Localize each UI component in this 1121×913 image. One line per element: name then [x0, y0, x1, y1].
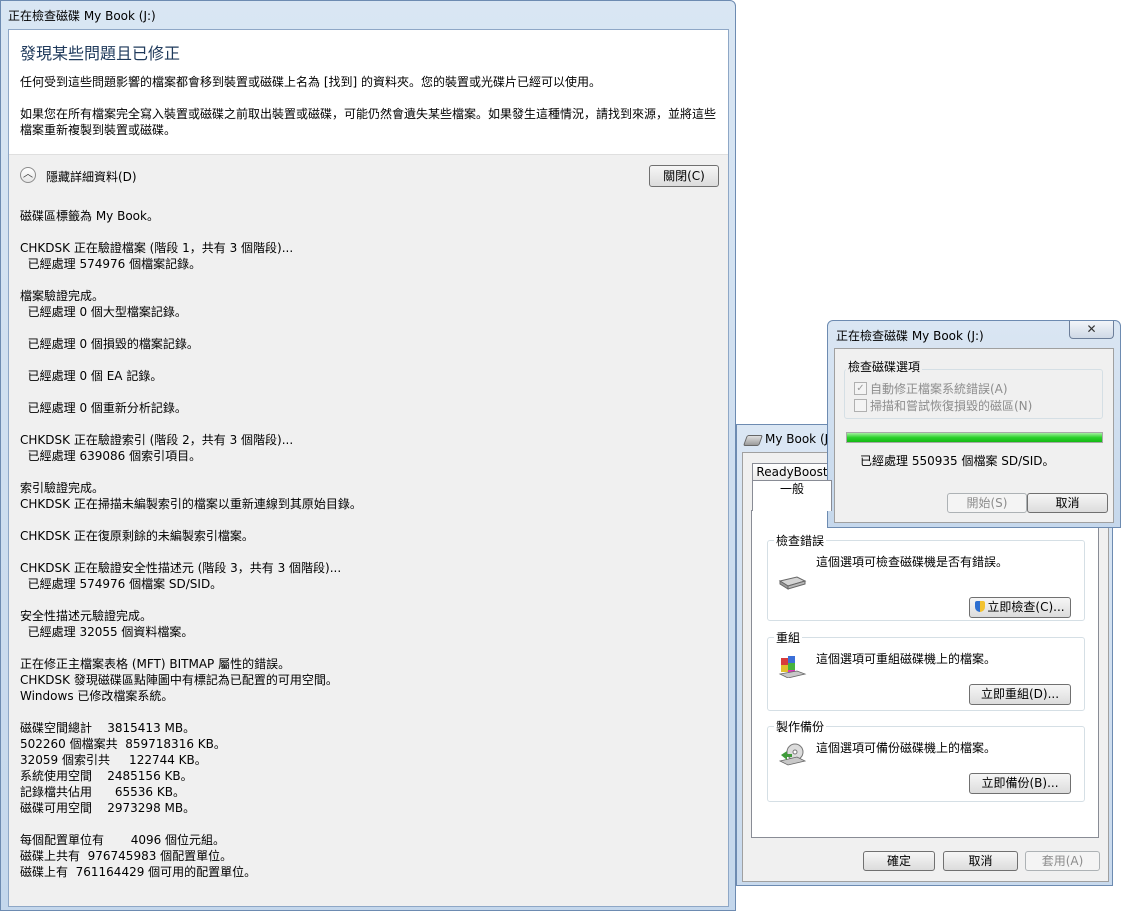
scan-recover-label: 掃描和嘗試恢復損毀的磁區(N) [870, 399, 1033, 413]
defrag-icon [778, 656, 807, 678]
check-disk-dialog: 正在檢查磁碟 My Book (J:) ✕ 檢查磁碟選項 ✓ 自動修正檔案系統錯… [827, 320, 1121, 528]
close-button[interactable]: 關閉(C) [649, 165, 719, 187]
options-title: 檢查磁碟選項 [846, 358, 923, 375]
group-description: 這個選項可備份磁碟機上的檔案。 [816, 741, 997, 755]
defrag-group: 重組 這個選項可重組磁碟機上的檔案。 立即重組(D)... [767, 629, 1085, 711]
log-line: CHKDSK 正在驗證安全性描述元 (階段 3，共有 3 個階段)... [20, 561, 342, 575]
log-line: 磁碟可用空間 2973298 MB。 [20, 801, 196, 815]
log-line: CHKDSK 正在掃描未編製索引的檔案以重新連線到其原始目錄。 [20, 497, 362, 511]
progress-fill [847, 433, 1102, 442]
log-line: 已經處理 32055 個資料檔案。 [20, 625, 194, 639]
chkdsk-results-window: 正在檢查磁碟 My Book (J:) 發現某些問題且已修正 任何受到這些問題影… [0, 0, 736, 911]
auto-fix-label: 自動修正檔案系統錯誤(A) [870, 382, 1008, 396]
log-line: 每個配置單位有 4096 個位元組。 [20, 833, 226, 847]
chevron-up-icon[interactable]: ︿ [20, 167, 36, 183]
log-line: 記錄檔共佔用 65536 KB。 [20, 785, 185, 799]
group-title: 製作備份 [774, 718, 827, 735]
progress-status: 已經處理 550935 個檔案 SD/SID。 [860, 454, 1055, 468]
tab-general[interactable]: 一般 [752, 480, 832, 511]
results-client-area: 發現某些問題且已修正 任何受到這些問題影響的檔案都會移到裝置或磁碟上名為 [找到… [8, 29, 729, 907]
dialog-title: 正在檢查磁碟 My Book (J:) [836, 329, 984, 343]
log-line: CHKDSK 正在驗證索引 (階段 2，共有 3 個階段)... [20, 433, 294, 447]
group-description: 這個選項可重組磁碟機上的檔案。 [816, 652, 997, 666]
backup-group: 製作備份 這個選項可備份磁碟機上的檔案。 立即備份(B)... [767, 718, 1085, 802]
log-line: 磁碟上有 761164429 個可用的配置單位。 [20, 865, 257, 879]
details-toggle-bar: ︿ 隱藏詳細資料(D) 關閉(C) [9, 154, 728, 198]
log-line: CHKDSK 正在復原剩餘的未編製索引檔案。 [20, 529, 254, 543]
log-line: 已經處理 574976 個檔案 SD/SID。 [20, 577, 223, 591]
log-line: 索引驗證完成。 [20, 481, 105, 495]
group-description: 這個選項可檢查磁碟機是否有錯誤。 [816, 555, 1009, 569]
log-line: 正在修正主檔案表格 (MFT) BITMAP 屬性的錯誤。 [20, 657, 291, 671]
log-line: 32059 個索引共 122744 KB。 [20, 753, 207, 767]
properties-title: My Book (J: [765, 432, 833, 446]
window-title: 正在檢查磁碟 My Book (J:) [8, 9, 156, 23]
log-line: 已經處理 0 個損毀的檔案記錄。 [20, 337, 199, 351]
log-line: Windows 已修改檔案系統。 [20, 689, 174, 703]
check-errors-group: 檢查錯誤 這個選項可檢查磁碟機是否有錯誤。 立即檢查(C)... [767, 532, 1085, 621]
result-message: 任何受到這些問題影響的檔案都會移到裝置或磁碟上名為 [找到] 的資料夾。您的裝置… [20, 75, 601, 89]
log-line: 已經處理 0 個大型檔案記錄。 [20, 305, 187, 319]
progress-bar [846, 432, 1103, 443]
auto-fix-checkbox[interactable]: ✓ [854, 382, 867, 395]
log-line: 已經處理 0 個重新分析記錄。 [20, 401, 187, 415]
log-line: 磁碟空間總計 3815413 MB。 [20, 721, 196, 735]
log-line: 磁碟區標籤為 My Book。 [20, 209, 159, 223]
scan-recover-checkbox[interactable] [854, 399, 867, 412]
start-button[interactable]: 開始(S) [947, 493, 1027, 513]
dialog-cancel-button[interactable]: 取消 [1027, 493, 1108, 513]
warning-message-line1: 如果您在所有檔案完全寫入裝置或磁碟之前取出裝置或磁碟，可能仍然會遺失某些檔案。如… [20, 107, 717, 121]
check-now-button[interactable]: 立即檢查(C)... [969, 597, 1071, 618]
drive-icon [778, 576, 807, 590]
group-title: 檢查錯誤 [774, 532, 827, 549]
group-title: 重組 [774, 629, 803, 646]
cancel-button[interactable]: 取消 [943, 851, 1018, 871]
log-line: 磁碟上共有 976745983 個配置單位。 [20, 849, 233, 863]
apply-button[interactable]: 套用(A) [1025, 851, 1100, 871]
drive-icon [742, 435, 764, 446]
shield-icon [975, 601, 986, 612]
log-line: 系統使用空間 2485156 KB。 [20, 769, 193, 783]
log-line: 已經處理 0 個 EA 記錄。 [20, 369, 163, 383]
defragment-now-button[interactable]: 立即重組(D)... [969, 684, 1071, 705]
check-now-label: 立即檢查(C)... [987, 600, 1065, 614]
details-log-area: 磁碟區標籤為 My Book。 CHKDSK 正在驗證檔案 (階段 1，共有 3… [9, 197, 728, 906]
chkdsk-log: 磁碟區標籤為 My Book。 CHKDSK 正在驗證檔案 (階段 1，共有 3… [20, 208, 362, 880]
ok-button[interactable]: 確定 [863, 851, 935, 871]
dialog-client-area: 檢查磁碟選項 ✓ 自動修正檔案系統錯誤(A) 掃描和嘗試恢復損毀的磁區(N) 已… [834, 348, 1114, 523]
result-heading: 發現某些問題且已修正 [20, 44, 181, 63]
log-line: CHKDSK 發現磁碟區點陣圖中有標記為已配置的可用空間。 [20, 673, 338, 687]
log-line: 安全性描述元驗證完成。 [20, 609, 153, 623]
log-line: CHKDSK 正在驗證檔案 (階段 1，共有 3 個階段)... [20, 241, 294, 255]
log-line: 已經處理 639086 個索引項目。 [20, 449, 202, 463]
log-line: 已經處理 574976 個檔案記錄。 [20, 257, 202, 271]
tab-readyboost[interactable]: ReadyBoost [752, 463, 832, 480]
close-icon[interactable]: ✕ [1069, 321, 1114, 339]
log-line: 502260 個檔案共 859718316 KB。 [20, 737, 226, 751]
tools-tab-page: 檢查錯誤 這個選項可檢查磁碟機是否有錯誤。 立即檢查(C)... 重組 這個選項… [751, 510, 1099, 838]
warning-message-line2: 檔案重新複製到裝置或磁碟。 [20, 123, 177, 137]
backup-now-button[interactable]: 立即備份(B)... [969, 773, 1071, 794]
hide-details-link[interactable]: 隱藏詳細資料(D) [46, 168, 137, 185]
log-line: 檔案驗證完成。 [20, 289, 105, 303]
tab-general-label: 一般 [779, 482, 804, 496]
backup-icon [778, 743, 807, 766]
